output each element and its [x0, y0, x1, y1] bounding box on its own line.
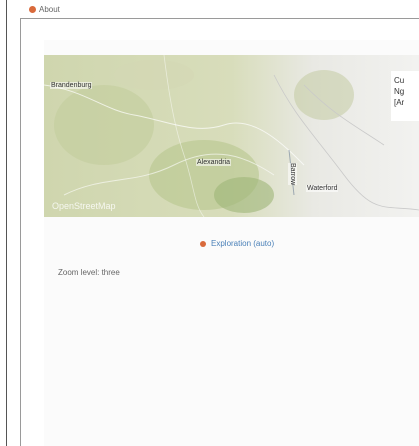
- map-label-barrow: Barrow: [288, 163, 297, 186]
- map-legend: Cu Ng [Ar: [391, 71, 419, 121]
- exploration-link[interactable]: Exploration (auto): [200, 239, 274, 248]
- left-border: [6, 0, 7, 446]
- map-label-alexandria: Alexandria: [196, 159, 232, 166]
- top-bar: About: [0, 0, 419, 18]
- map-attribution: OpenStreetMap: [52, 201, 116, 211]
- map-label-waterford: Waterford: [306, 185, 339, 192]
- map-view[interactable]: Brandenburg Alexandria Barrow Waterford …: [44, 55, 419, 217]
- content-body: [44, 290, 419, 446]
- about-link[interactable]: About: [29, 5, 60, 14]
- about-label: About: [39, 5, 60, 14]
- section-dot-icon: [200, 240, 206, 247]
- zoom-caption: Zoom level: three: [58, 268, 120, 277]
- about-dot-icon: [29, 6, 36, 13]
- legend-line-2: Ng: [394, 87, 405, 96]
- exploration-label: Exploration (auto): [211, 239, 275, 248]
- legend-line-1: Cu: [394, 76, 405, 85]
- map-label-brandenburg: Brandenburg: [50, 82, 93, 89]
- map-terrain: [44, 55, 419, 217]
- legend-line-3: [Ar: [394, 98, 405, 107]
